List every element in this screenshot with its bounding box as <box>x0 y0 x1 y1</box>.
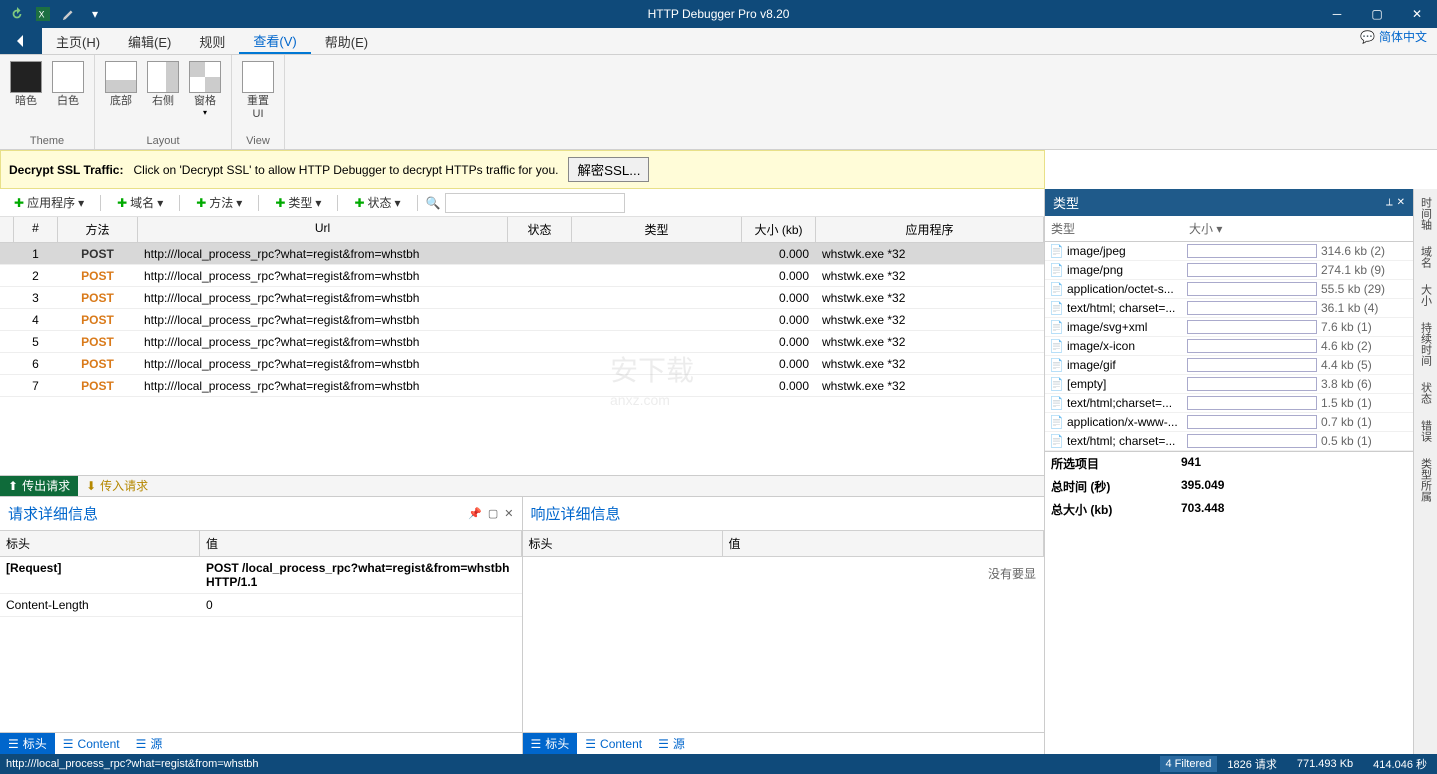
search-icon: 🔍 <box>426 196 441 210</box>
ssl-decrypt-bar: Decrypt SSL Traffic: Click on 'Decrypt S… <box>0 150 1045 189</box>
filter-app[interactable]: ✚应用程序 ▾ <box>6 192 92 213</box>
request-view-tabs: ☰ 标头 ☰ Content ☰ 源 <box>0 732 522 754</box>
detail-row[interactable]: [Request]POST /local_process_rpc?what=re… <box>0 557 522 594</box>
summary-row: 总时间 (秒)395.049 <box>1045 475 1413 498</box>
statusbar: http:///local_process_rpc?what=regist&fr… <box>0 754 1437 774</box>
layout-bottom-button[interactable]: 底部 <box>101 59 141 135</box>
type-row[interactable]: 📄application/octet-s...55.5 kb (29) <box>1045 280 1413 299</box>
filter-type[interactable]: ✚类型 ▾ <box>267 192 329 213</box>
chat-icon: 💬 <box>1360 30 1375 44</box>
side-tab[interactable]: 持续时间 <box>1416 318 1436 370</box>
layout-right-button[interactable]: 右侧 <box>143 59 183 135</box>
type-row[interactable]: 📄image/gif4.4 kb (5) <box>1045 356 1413 375</box>
side-tab[interactable]: 错误 <box>1416 416 1436 446</box>
language-switch[interactable]: 💬 简体中文 <box>1360 28 1427 45</box>
back-button[interactable] <box>0 28 42 54</box>
request-grid[interactable]: # 方法 Url 状态 类型 大小 (kb) 应用程序 1POSThttp://… <box>0 217 1044 475</box>
type-row[interactable]: 📄application/x-www-...0.7 kb (1) <box>1045 413 1413 432</box>
menu-edit[interactable]: 编辑(E) <box>114 28 185 54</box>
close-pane-icon[interactable]: ✕ <box>504 507 513 520</box>
minimize-button[interactable]: ─ <box>1317 0 1357 28</box>
excel-icon[interactable]: X <box>34 5 52 23</box>
status-requests: 1826 请求 <box>1217 756 1287 772</box>
table-row[interactable]: 3POSThttp:///local_process_rpc?what=regi… <box>0 287 1044 309</box>
type-row[interactable]: 📄[empty]3.8 kb (6) <box>1045 375 1413 394</box>
response-detail-title: 响应详细信息 <box>531 503 621 524</box>
menu-view[interactable]: 查看(V) <box>239 28 310 54</box>
response-detail-pane: 响应详细信息 标头 值 没有要显 ☰ 标头 ☰ Content ☰ 源 <box>523 497 1045 755</box>
request-direction-tabs: ⬆ 传出请求 ⬇ 传入请求 <box>0 475 1044 497</box>
view-tab-content[interactable]: ☰ Content <box>55 733 128 754</box>
summary-row: 所选项目941 <box>1045 452 1413 475</box>
grid-header: # 方法 Url 状态 类型 大小 (kb) 应用程序 <box>0 217 1044 243</box>
table-row[interactable]: 2POSThttp:///local_process_rpc?what=regi… <box>0 265 1044 287</box>
status-time: 414.046 秒 <box>1363 756 1437 772</box>
maximize-button[interactable]: ▢ <box>1357 0 1397 28</box>
side-tab[interactable]: 状态 <box>1416 378 1436 408</box>
table-row[interactable]: 1POSThttp:///local_process_rpc?what=regi… <box>0 243 1044 265</box>
table-row[interactable]: 6POSThttp:///local_process_rpc?what=regi… <box>0 353 1044 375</box>
request-detail-pane: 请求详细信息 📌▢✕ 标头 值 [Request]POST /local_pro… <box>0 497 523 755</box>
type-row[interactable]: 📄image/svg+xml7.6 kb (1) <box>1045 318 1413 337</box>
theme-light-button[interactable]: 白色 <box>48 59 88 135</box>
type-row[interactable]: 📄text/html; charset=...0.5 kb (1) <box>1045 432 1413 451</box>
status-size: 771.493 Kb <box>1287 758 1363 770</box>
brush-icon[interactable] <box>60 5 78 23</box>
type-row[interactable]: 📄image/x-icon4.6 kb (2) <box>1045 337 1413 356</box>
filter-method[interactable]: ✚方法 ▾ <box>188 192 250 213</box>
type-row[interactable]: 📄image/jpeg314.6 kb (2) <box>1045 242 1413 261</box>
side-tab[interactable]: 域名 <box>1416 242 1436 272</box>
pin-icon[interactable]: 📌 <box>468 507 482 520</box>
type-row[interactable]: 📄text/html;charset=...1.5 kb (1) <box>1045 394 1413 413</box>
theme-dark-button[interactable]: 暗色 <box>6 59 46 135</box>
panel-pin-icon[interactable]: ⟂ <box>1386 197 1393 208</box>
search-input[interactable] <box>445 193 625 213</box>
decrypt-ssl-button[interactable]: 解密SSL... <box>568 157 649 182</box>
side-tabs: 时间轴域名大小持续时间状态错误类型所属 <box>1413 189 1437 754</box>
type-panel: 类型 ⟂✕ 类型 大小 ▾ 📄image/jpeg314.6 kb (2)📄im… <box>1045 189 1413 754</box>
summary-row: 总大小 (kb)703.448 <box>1045 498 1413 521</box>
detail-row[interactable]: Content-Length0 <box>0 594 522 617</box>
side-tab[interactable]: 时间轴 <box>1416 193 1436 234</box>
view-tab-headers[interactable]: ☰ 标头 <box>0 733 55 754</box>
panel-close-icon[interactable]: ✕ <box>1397 197 1405 208</box>
tab-outgoing[interactable]: ⬆ 传出请求 <box>0 476 78 496</box>
menu-home[interactable]: 主页(H) <box>42 28 114 54</box>
filter-domain[interactable]: ✚域名 ▾ <box>109 192 171 213</box>
dropdown-icon[interactable]: ▾ <box>86 5 104 23</box>
filter-status[interactable]: ✚状态 ▾ <box>346 192 408 213</box>
maximize-pane-icon[interactable]: ▢ <box>488 507 498 520</box>
menu-help[interactable]: 帮助(E) <box>311 28 382 54</box>
layout-grid-button[interactable]: 窗格▾ <box>185 59 225 135</box>
side-tab[interactable]: 类型所属 <box>1416 454 1436 506</box>
ribbon-group-view: 重置 UI View <box>232 55 285 149</box>
ribbon-group-layout: 底部 右侧 窗格▾ Layout <box>95 55 232 149</box>
table-row[interactable]: 5POSThttp:///local_process_rpc?what=regi… <box>0 331 1044 353</box>
status-filtered[interactable]: 4 Filtered <box>1160 756 1218 772</box>
response-view-tabs: ☰ 标头 ☰ Content ☰ 源 <box>523 732 1045 754</box>
table-row[interactable]: 7POSThttp:///local_process_rpc?what=regi… <box>0 375 1044 397</box>
titlebar: X ▾ HTTP Debugger Pro v8.20 ─ ▢ ✕ <box>0 0 1437 28</box>
side-tab[interactable]: 大小 <box>1416 280 1436 310</box>
svg-text:X: X <box>39 10 45 20</box>
menu-rules[interactable]: 规则 <box>185 28 239 54</box>
view-tab-content-resp[interactable]: ☰ Content <box>577 733 650 754</box>
type-row[interactable]: 📄image/png274.1 kb (9) <box>1045 261 1413 280</box>
view-tab-source[interactable]: ☰ 源 <box>128 733 171 754</box>
close-button[interactable]: ✕ <box>1397 0 1437 28</box>
ribbon-group-theme: 暗色 白色 Theme <box>0 55 95 149</box>
type-row[interactable]: 📄text/html; charset=...36.1 kb (4) <box>1045 299 1413 318</box>
reset-ui-button[interactable]: 重置 UI <box>238 59 278 135</box>
window-title: HTTP Debugger Pro v8.20 <box>648 7 790 21</box>
tab-incoming[interactable]: ⬇ 传入请求 <box>78 476 156 496</box>
menubar: 主页(H) 编辑(E) 规则 查看(V) 帮助(E) 💬 简体中文 <box>0 28 1437 55</box>
request-detail-title: 请求详细信息 <box>8 503 98 524</box>
ribbon: 暗色 白色 Theme 底部 右侧 窗格▾ Layout 重置 UI View <box>0 55 1437 150</box>
table-row[interactable]: 4POSThttp:///local_process_rpc?what=regi… <box>0 309 1044 331</box>
view-tab-source-resp[interactable]: ☰ 源 <box>650 733 693 754</box>
view-tab-headers-resp[interactable]: ☰ 标头 <box>523 733 578 754</box>
filter-bar: ✚应用程序 ▾ ✚域名 ▾ ✚方法 ▾ ✚类型 ▾ ✚状态 ▾ 🔍 <box>0 189 1044 217</box>
refresh-icon[interactable] <box>8 5 26 23</box>
